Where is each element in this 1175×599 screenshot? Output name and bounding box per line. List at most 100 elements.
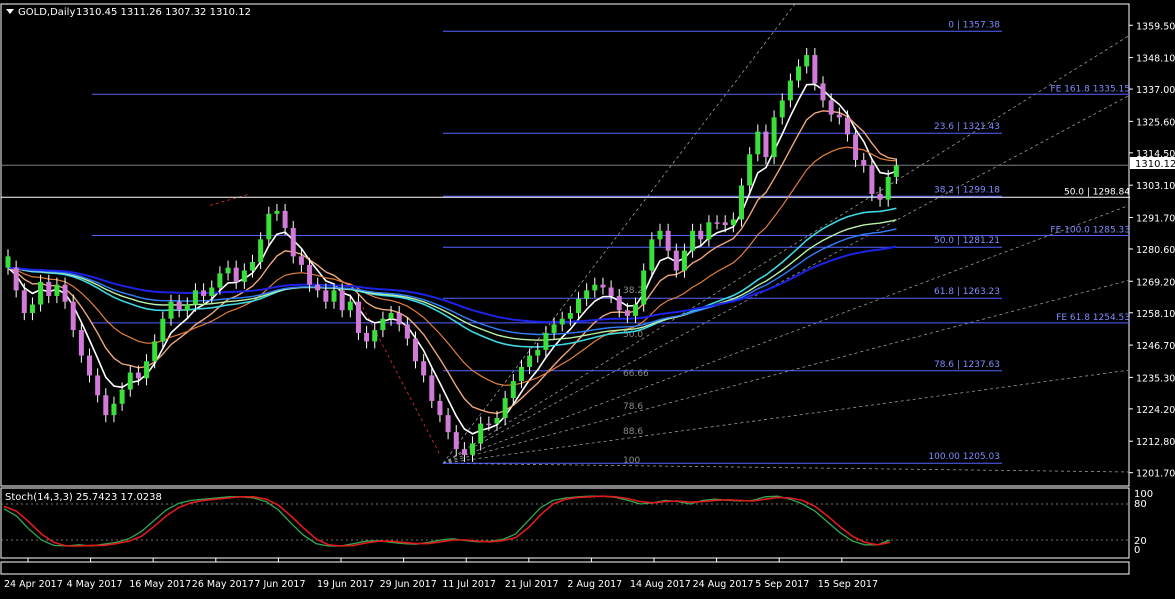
bull-candle (250, 262, 255, 271)
fib-fan-label: 38.2 (623, 286, 643, 296)
bear-candle (453, 432, 459, 450)
bear-candle (62, 284, 68, 302)
bear-candle (339, 290, 345, 311)
price-tick-label: 1224.20 (1136, 405, 1175, 416)
price-tick-label: 1337.00 (1136, 85, 1175, 96)
bear-candle (673, 250, 679, 271)
bull-candle (5, 256, 11, 268)
price-tick-label: 1303.10 (1136, 181, 1175, 192)
bull-candle (518, 366, 524, 382)
bear-candle (364, 332, 370, 342)
ma-lightgreen (7, 219, 897, 341)
bull-candle (152, 341, 158, 362)
stoch-label: Stoch(14,3,3) 25.7423 17.0238 (5, 492, 162, 503)
price-tick-label: 1359.50 (1136, 21, 1175, 32)
stochastic-lines (1, 495, 1130, 547)
bull-candle (584, 290, 590, 299)
bear-candle (861, 159, 867, 166)
fib-fan-label: 100 (623, 456, 640, 466)
bull-candle (885, 176, 891, 200)
time-tick-label: 16 May 2017 (129, 579, 191, 590)
bear-candle (13, 267, 19, 291)
fib-retracement-label: 61.8 | 1263.23 (934, 287, 1000, 297)
bull-candle (372, 330, 378, 342)
bear-candle (323, 290, 329, 302)
bear-candle (282, 210, 288, 228)
bull-candle (730, 219, 736, 226)
fib-retracement-label: 78.6 | 1237.63 (934, 360, 1000, 370)
bull-candle (38, 281, 44, 305)
bear-candle (290, 227, 296, 257)
bull-candle (241, 270, 247, 282)
stoch-level-0: 0 (1134, 545, 1140, 556)
bear-candle (103, 395, 109, 416)
bull-candle (168, 301, 174, 319)
bear-candle (70, 301, 76, 331)
bull-candle (771, 117, 777, 158)
fib-retracement-label: 0 | 1357.38 (948, 20, 1000, 30)
time-tick-label: 19 Jun 2017 (317, 579, 374, 590)
fib-fan-line (442, 279, 1131, 464)
bull-candle (225, 267, 231, 274)
price-tick-label: 1258.10 (1136, 309, 1175, 320)
price-tick-label: 1212.80 (1136, 437, 1175, 448)
bear-candle (135, 372, 141, 379)
time-tick-label: 29 Jun 2017 (380, 579, 437, 590)
bull-candle (755, 131, 761, 155)
bull-candle (592, 284, 598, 291)
bull-candle (29, 304, 35, 314)
time-tick-label: 15 Sep 2017 (818, 579, 878, 590)
bear-candle (307, 264, 313, 285)
bull-candle (119, 389, 125, 404)
bull-candle (804, 55, 810, 67)
symbol-dropdown-icon[interactable] (6, 9, 14, 14)
fib-retracement-label: 100.00 1205.03 (928, 452, 1000, 462)
bull-candle (144, 361, 150, 379)
ma-orange (7, 146, 897, 386)
bull-candle (127, 372, 133, 390)
bull-candle (527, 355, 533, 367)
bear-candle (445, 415, 451, 433)
time-tick-label: 26 May 2017 (192, 579, 254, 590)
bull-candle (657, 230, 663, 240)
price-tick-label: 1269.20 (1136, 277, 1175, 288)
bull-candle (787, 80, 793, 101)
bull-candle (388, 313, 394, 319)
fib-fan-label: 88.6 (623, 427, 643, 437)
fib-fan-line (442, 369, 1131, 464)
bear-candle (87, 355, 92, 376)
bear-candle (461, 449, 467, 455)
scrollbar-area[interactable] (0, 561, 1130, 575)
bull-candle (502, 398, 508, 418)
fib-fan-line (442, 462, 1131, 473)
bear-candle (869, 165, 875, 194)
bear-candle (722, 222, 728, 226)
fib-retracement-label: 23.6 | 1321.43 (934, 122, 1000, 132)
price-tick-label: 1348.10 (1136, 54, 1175, 65)
bear-candle (828, 100, 834, 115)
price-tick-label: 1235.30 (1136, 373, 1175, 384)
bull-candle (747, 154, 753, 186)
fib-extension-label: FE 61.8 1254.53 (1056, 313, 1130, 323)
bull-candle (739, 185, 744, 220)
bull-candle (331, 290, 337, 302)
bear-candle (21, 290, 27, 314)
bull-candle (559, 318, 565, 325)
bear-candle (714, 222, 720, 224)
fib-fan-line (442, 94, 1131, 464)
fib-extra-label: 50.0 | 1298.84 (1064, 187, 1130, 197)
bear-candle (201, 290, 207, 297)
fib-retracement-label: 38.2 | 1299.18 (934, 185, 1000, 195)
time-tick-label: 24 Aug 2017 (693, 579, 754, 590)
bull-candle (567, 313, 573, 319)
time-tick-label: 21 Jul 2017 (505, 579, 559, 590)
bear-candle (853, 134, 859, 160)
bull-candle (274, 210, 280, 214)
ma-cyan (7, 207, 897, 348)
symbol-label: GOLD,Daily (18, 7, 75, 18)
time-tick-label: 24 Apr 2017 (4, 579, 63, 590)
price-tick-label: 1291.70 (1136, 213, 1175, 224)
bear-candle (355, 301, 361, 333)
ohlc-values: 1310.45 1311.26 1307.32 1310.12 (76, 7, 251, 18)
bear-candle (763, 131, 769, 158)
